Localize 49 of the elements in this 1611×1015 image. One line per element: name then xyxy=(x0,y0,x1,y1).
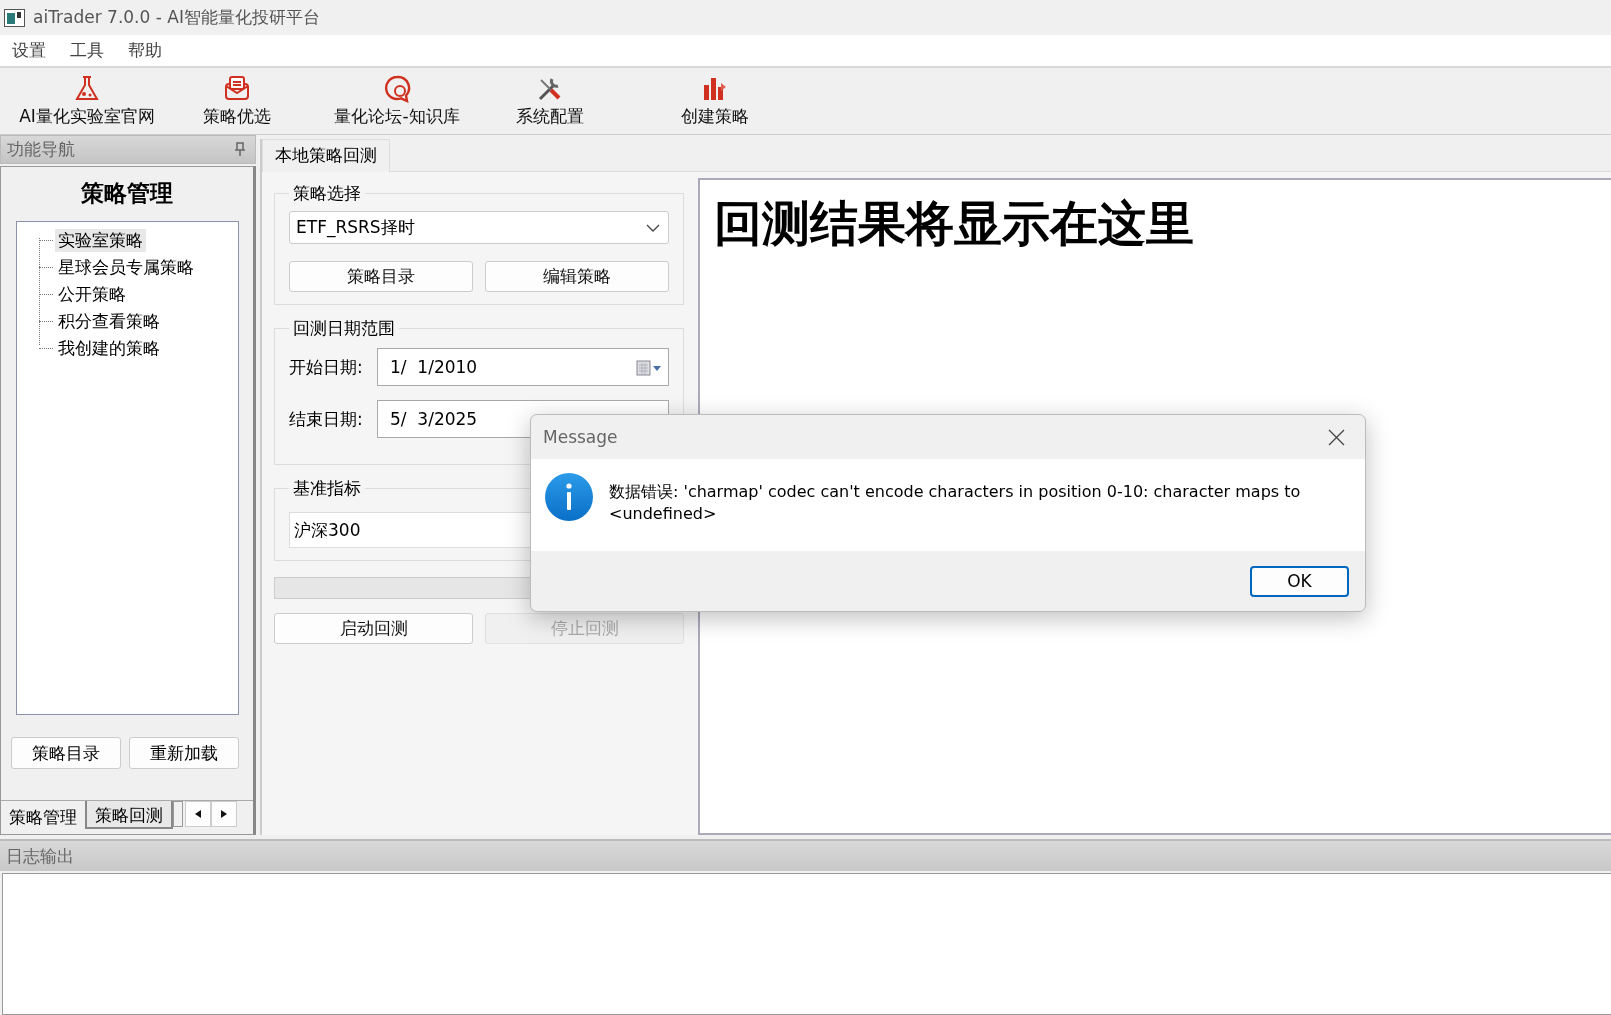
dock-tab[interactable]: 策略回测 xyxy=(85,801,173,829)
menu-item[interactable]: 帮助 xyxy=(120,39,170,62)
info-icon xyxy=(545,473,593,521)
group-title: 回测日期范围 xyxy=(292,317,396,340)
menu-item[interactable]: 设置 xyxy=(4,39,54,62)
toolbar-button[interactable]: 量化论坛-知识库 xyxy=(322,72,472,130)
calendar-icon xyxy=(636,358,662,376)
scroll-right-button[interactable] xyxy=(211,801,237,827)
strategy-button[interactable]: 策略目录 xyxy=(289,261,473,292)
tree-item[interactable]: 星球会员专属策略 xyxy=(55,256,197,279)
tree-item[interactable]: 实验室策略 xyxy=(55,229,146,252)
start-button[interactable]: 启动回测 xyxy=(274,613,473,644)
result-placeholder-text: 回测结果将显示在这里 xyxy=(714,194,1195,253)
field-label: 结束日期: xyxy=(289,407,364,431)
panel-heading: 策略管理 xyxy=(81,179,173,208)
toolbar-button[interactable]: 创建策略 xyxy=(667,72,762,130)
speech-bubble-icon xyxy=(383,74,411,103)
toolbar-button[interactable]: 系统配置 xyxy=(502,72,597,130)
dropdown-value: ETF_RSRS择时 xyxy=(296,216,415,239)
pin-icon xyxy=(233,142,247,157)
tree-item[interactable]: 公开策略 xyxy=(55,283,129,306)
toolbar-button[interactable]: AI量化实验室官网 xyxy=(12,72,162,130)
tree-item[interactable]: 积分查看策略 xyxy=(55,310,163,333)
tree-item[interactable]: 我创建的策略 xyxy=(55,337,163,360)
app-icon xyxy=(4,8,25,27)
right-arrow-icon xyxy=(221,810,227,818)
close-icon xyxy=(1327,428,1345,446)
chevron-down-icon xyxy=(646,223,660,232)
panel-button[interactable]: 重新加载 xyxy=(129,737,239,769)
strategy-button[interactable]: 编辑策略 xyxy=(485,261,669,292)
date-value: 1/ 1/2010 xyxy=(390,357,478,377)
panel-button[interactable]: 策略目录 xyxy=(11,737,121,769)
toolbar-button[interactable]: 策略优选 xyxy=(192,72,282,130)
date-value: 5/ 3/2025 xyxy=(390,409,478,429)
dock-title: 功能导航 xyxy=(7,138,75,161)
left-arrow-icon xyxy=(195,810,201,818)
strategy-dropdown[interactable]: ETF_RSRS择时 xyxy=(289,211,669,244)
flask-icon xyxy=(73,74,101,103)
scroll-left-button[interactable] xyxy=(185,801,211,827)
envelope-icon xyxy=(223,74,251,103)
group-title: 策略选择 xyxy=(292,182,362,205)
group-title: 基准指标 xyxy=(292,477,362,500)
window-title: aiTrader 7.0.0 - AI智能量化投研平台 xyxy=(33,6,320,29)
field-label: 开始日期: xyxy=(289,355,364,379)
menu-item[interactable]: 工具 xyxy=(62,39,112,62)
dock-title: 日志输出 xyxy=(0,839,1611,871)
ok-button[interactable]: OK xyxy=(1250,565,1349,597)
workspace-tab[interactable]: 本地策略回测 xyxy=(262,139,390,173)
date-field[interactable]: 1/ 1/2010 xyxy=(377,348,669,386)
